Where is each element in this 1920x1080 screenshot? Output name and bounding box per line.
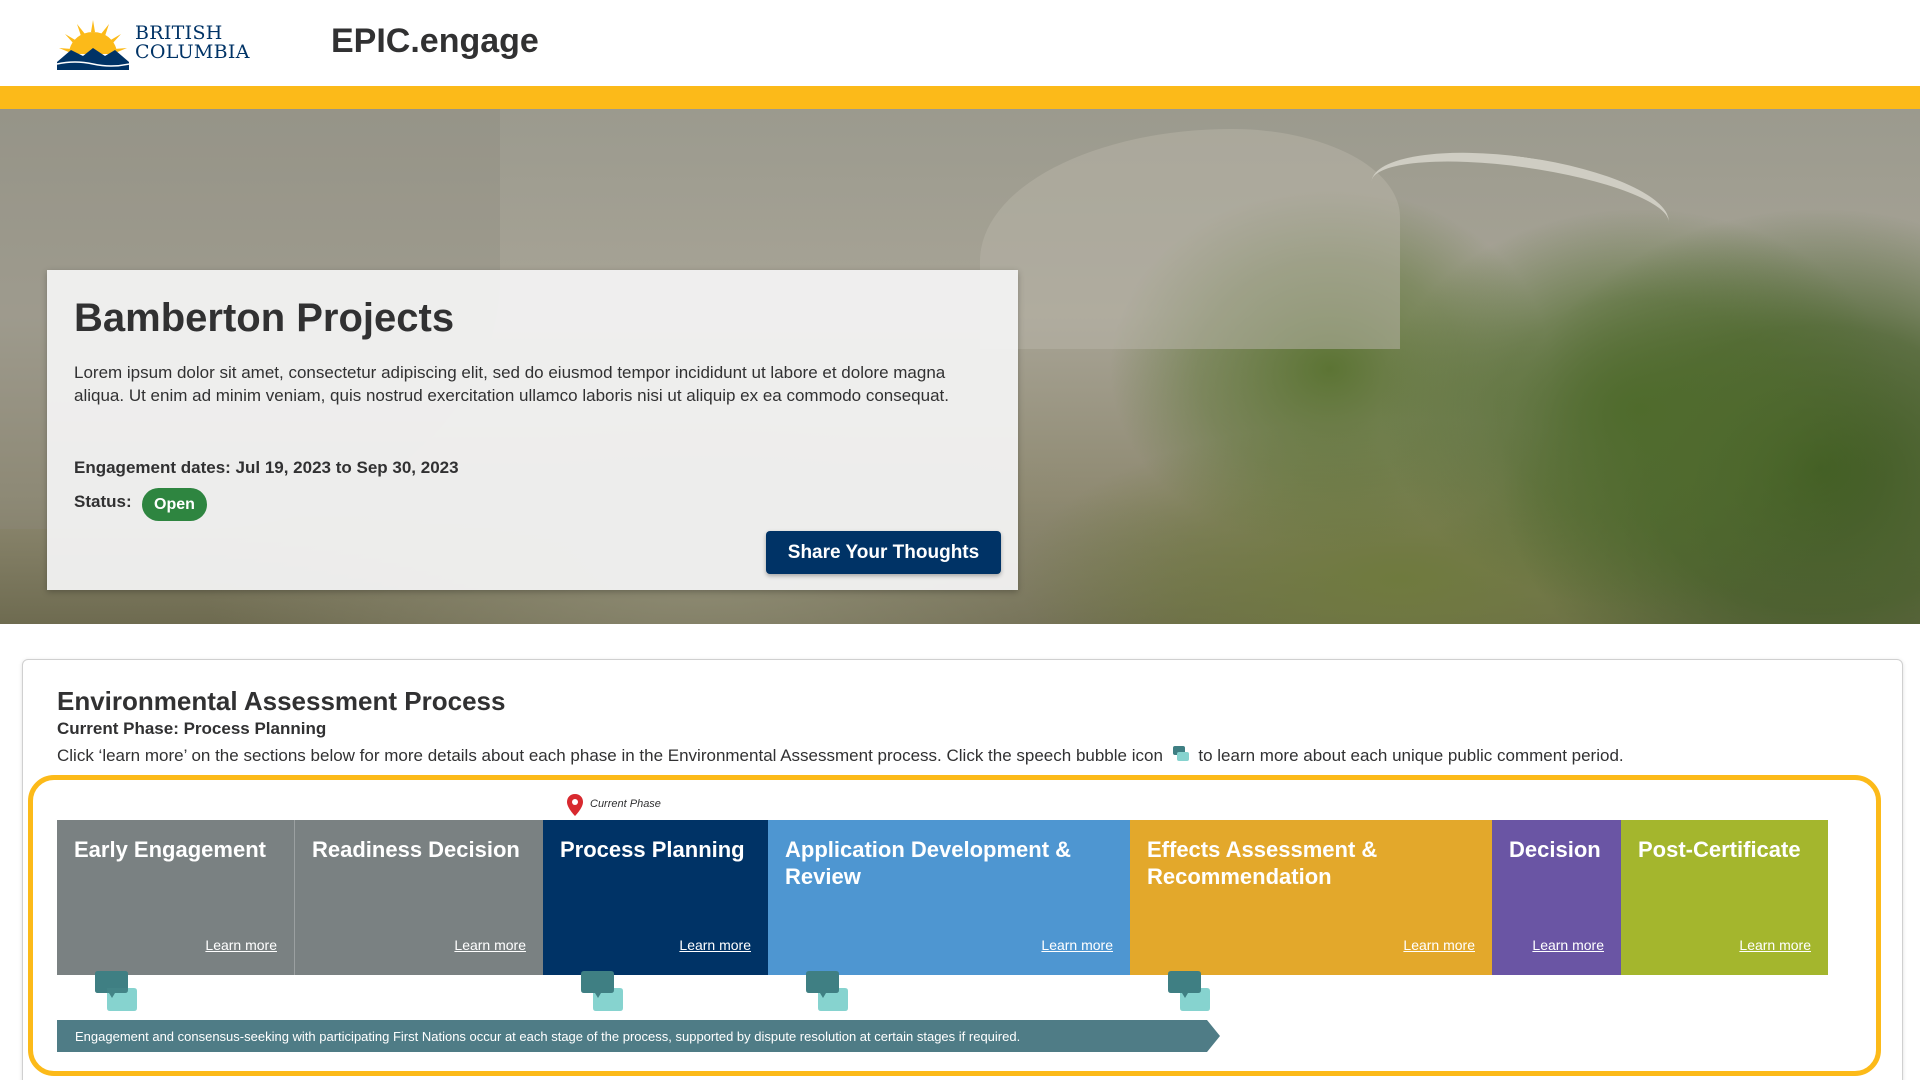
comment-period-speech-bubble-icon[interactable]	[95, 970, 137, 1012]
phase-name: Early Engagement	[74, 837, 266, 862]
share-your-thoughts-button[interactable]: Share Your Thoughts	[766, 531, 1001, 574]
phase-process-planning: Process Planning Learn more	[543, 820, 768, 975]
engagement-summary-card: Bamberton Projects Lorem ipsum dolor sit…	[47, 270, 1018, 590]
comment-period-speech-bubble-icon[interactable]	[581, 970, 623, 1012]
learn-more-link[interactable]: Learn more	[1041, 937, 1113, 953]
bc-sun-icon	[56, 20, 130, 70]
phase-decision: Decision Learn more	[1492, 820, 1621, 975]
phase-post-certificate: Post-Certificate Learn more	[1621, 820, 1828, 975]
phase-name: Decision	[1509, 837, 1601, 862]
hero-banner: Bamberton Projects Lorem ipsum dolor sit…	[0, 109, 1920, 624]
phase-application-development-review: Application Development & Review Learn m…	[768, 820, 1130, 975]
phase-early-engagement: Early Engagement Learn more	[57, 820, 295, 975]
ea-help-text: Click ‘learn more’ on the sections below…	[57, 745, 1624, 766]
engagement-dates: Engagement dates: Jul 19, 2023 to Sep 30…	[74, 458, 459, 477]
engagement-description: Lorem ipsum dolor sit amet, consectetur …	[74, 363, 949, 405]
comment-period-speech-bubble-icon[interactable]	[806, 970, 848, 1012]
phase-name: Process Planning	[560, 837, 745, 862]
site-header: BRITISH COLUMBIA EPIC.engage	[0, 0, 1920, 86]
speech-bubble-icon	[1172, 746, 1189, 761]
location-pin-icon	[567, 794, 583, 816]
phase-name: Application Development & Review	[785, 837, 1072, 889]
status-label: Status:	[74, 492, 132, 511]
learn-more-link[interactable]: Learn more	[1532, 937, 1604, 953]
ea-process-title: Environmental Assessment Process	[57, 686, 506, 716]
first-nations-banner-text: Engagement and consensus-seeking with pa…	[75, 1029, 1021, 1044]
phase-name: Readiness Decision	[312, 837, 520, 862]
ea-help-text-start: Click ‘learn more’ on the sections below…	[57, 746, 1163, 765]
status-badge: Open	[142, 488, 207, 521]
first-nations-engagement-banner: Engagement and consensus-seeking with pa…	[57, 1020, 1220, 1052]
learn-more-link[interactable]: Learn more	[454, 937, 526, 953]
bc-logo-wordmark: BRITISH COLUMBIA	[135, 24, 250, 62]
hero-image-quarry	[980, 129, 1400, 349]
phase-readiness-decision: Readiness Decision Learn more	[295, 820, 543, 975]
comment-period-speech-bubble-icon[interactable]	[1168, 970, 1210, 1012]
current-phase-marker-label: Current Phase	[590, 798, 661, 810]
current-phase-label: Current Phase: Process Planning	[57, 719, 327, 738]
ea-help-text-end: to learn more about each unique public c…	[1198, 746, 1624, 765]
learn-more-link[interactable]: Learn more	[1403, 937, 1475, 953]
logo-line-2: COLUMBIA	[135, 41, 250, 63]
hero-image-road	[1365, 136, 1675, 268]
header-accent-bar	[0, 86, 1920, 109]
learn-more-link[interactable]: Learn more	[1739, 937, 1811, 953]
learn-more-link[interactable]: Learn more	[205, 937, 277, 953]
phase-name: Effects Assessment & Recommendation	[1147, 837, 1378, 889]
phase-name: Post-Certificate	[1638, 837, 1801, 862]
engagement-title: Bamberton Projects	[74, 296, 455, 340]
phase-effects-assessment-recommendation: Effects Assessment & Recommendation Lear…	[1130, 820, 1492, 975]
app-title[interactable]: EPIC.engage	[331, 22, 539, 61]
learn-more-link[interactable]: Learn more	[679, 937, 751, 953]
bc-gov-logo[interactable]: BRITISH COLUMBIA	[55, 16, 249, 70]
